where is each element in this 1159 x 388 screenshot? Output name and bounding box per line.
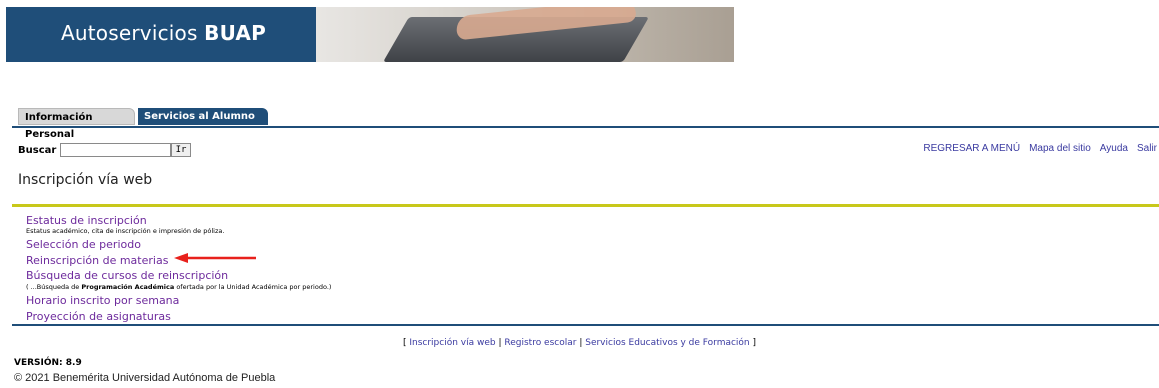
tab-informacion-personal[interactable]: Información Personal (18, 108, 135, 140)
menu-item-busqueda-cursos[interactable]: Búsqueda de cursos de reinscripción (26, 269, 228, 282)
footer-link-registro[interactable]: Registro escolar (504, 338, 576, 348)
copyright-text: © 2021 Benemérita Universidad Autónoma d… (14, 372, 276, 384)
tab-underline (12, 126, 1159, 128)
version-label: VERSIÓN: 8.9 (14, 358, 82, 368)
menu-item-horario-semana[interactable]: Horario inscrito por semana (26, 294, 179, 307)
link-salir[interactable]: Salir (1137, 143, 1157, 154)
link-regresar-menu[interactable]: REGRESAR A MENÚ (923, 143, 1020, 154)
link-ayuda[interactable]: Ayuda (1100, 143, 1128, 154)
section-divider (12, 204, 1159, 207)
menu-desc-estatus: Estatus académico, cita de inscripción e… (26, 227, 225, 235)
top-links: REGRESAR A MENÚ Mapa del sitio Ayuda Salir (914, 143, 1157, 154)
search-go-button[interactable]: Ir (171, 143, 191, 157)
red-arrow-annotation (174, 253, 256, 263)
page-title: Inscripción vía web (18, 172, 153, 188)
brand-logo: Autoservicios BUAP (61, 21, 266, 45)
footer-links: [ Inscripción vía web | Registro escolar… (402, 338, 757, 348)
menu-desc-busqueda: ( ...Búsqueda de Programación Académica … (26, 283, 332, 291)
tab-servicios-alumno[interactable]: Servicios al Alumno (138, 108, 268, 125)
menu-item-seleccion-periodo[interactable]: Selección de periodo (26, 238, 141, 251)
menu-item-reinscripcion-materias[interactable]: Reinscripción de materias (26, 254, 168, 267)
header-banner: Autoservicios BUAP (6, 7, 734, 62)
footer-link-inscripcion[interactable]: Inscripción vía web (409, 338, 495, 348)
search-label: Buscar (18, 145, 57, 156)
menu-item-proyeccion-asignaturas[interactable]: Proyección de asignaturas (26, 310, 171, 323)
link-mapa-sitio[interactable]: Mapa del sitio (1029, 143, 1091, 154)
bottom-divider (12, 324, 1159, 326)
menu-item-estatus-inscripcion[interactable]: Estatus de inscripción (26, 214, 147, 227)
footer-link-servicios[interactable]: Servicios Educativos y de Formación (585, 338, 749, 348)
search-input[interactable] (60, 143, 171, 157)
